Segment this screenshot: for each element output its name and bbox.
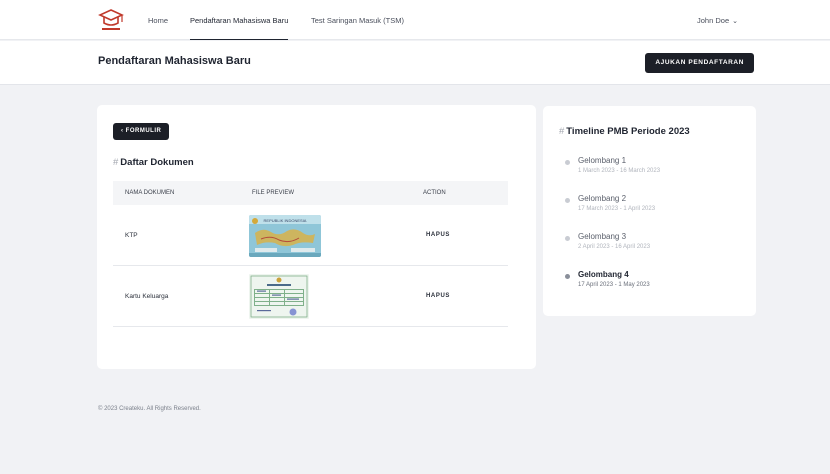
timeline-dot-icon — [565, 236, 570, 241]
timeline-item-date: 2 April 2023 - 16 April 2023 — [578, 244, 651, 250]
table-header: NAMA DOKUMEN FILE PREVIEW ACTION — [113, 181, 508, 205]
table-row: KTP REPUBLIK INDONESIA HAPUS — [113, 205, 508, 266]
timeline-item-date: 1 March 2023 - 16 March 2023 — [578, 168, 661, 174]
timeline-item-name: Gelombang 3 — [578, 232, 627, 241]
table-row: Kartu Keluarga HAPUS — [113, 266, 508, 327]
ktp-preview-title: REPUBLIK INDONESIA — [264, 218, 307, 223]
chevron-down-icon: ⌄ — [732, 18, 738, 25]
footer-copyright: © 2023 Createku. All Rights Reserved. — [98, 406, 201, 412]
delete-button[interactable]: HAPUS — [426, 266, 450, 327]
timeline-list: Gelombang 1 1 March 2023 - 16 March 2023… — [564, 156, 749, 308]
chevron-left-icon: ‹ — [121, 128, 124, 134]
nav-home[interactable]: Home — [148, 0, 168, 40]
back-to-form-button[interactable]: ‹ FORMULIR — [113, 123, 170, 140]
column-header-name: NAMA DOKUMEN — [125, 190, 175, 196]
document-card: ‹ FORMULIR # Daftar Dokumen NAMA DOKUMEN … — [97, 105, 536, 369]
document-table: NAMA DOKUMEN FILE PREVIEW ACTION KTP REP… — [113, 181, 508, 327]
document-list-title: # Daftar Dokumen — [113, 157, 194, 168]
timeline-dot-icon — [565, 160, 570, 165]
hash-icon: # — [113, 157, 119, 168]
top-navbar: Home Pendaftaran Mahasiswa Baru Test Sar… — [0, 0, 830, 40]
timeline-dot-icon — [565, 274, 570, 279]
document-list-title-text: Daftar Dokumen — [120, 157, 194, 168]
timeline-item-name: Gelombang 2 — [578, 194, 627, 203]
delete-button[interactable]: HAPUS — [426, 205, 450, 266]
column-header-action: ACTION — [423, 190, 446, 196]
logo-icon[interactable] — [98, 7, 124, 33]
user-name: John Doe — [697, 16, 730, 25]
timeline-title-text: Timeline PMB Periode 2023 — [566, 126, 690, 137]
ktp-preview-image[interactable]: REPUBLIK INDONESIA — [249, 215, 321, 257]
back-button-label: FORMULIR — [125, 128, 162, 134]
timeline-item: Gelombang 3 2 April 2023 - 16 April 2023 — [564, 232, 749, 270]
timeline-item-name: Gelombang 1 — [578, 156, 627, 165]
page-title: Pendaftaran Mahasiswa Baru — [98, 55, 251, 67]
column-header-preview: FILE PREVIEW — [252, 190, 295, 196]
timeline-item-date: 17 April 2023 - 1 May 2023 — [578, 282, 650, 288]
timeline-item: Gelombang 2 17 March 2023 - 1 April 2023 — [564, 194, 749, 232]
timeline-dot-icon — [565, 198, 570, 203]
nav-pendaftaran-mahasiswa-baru[interactable]: Pendaftaran Mahasiswa Baru — [190, 0, 289, 40]
kartu-keluarga-preview-image[interactable] — [249, 274, 309, 319]
timeline-item-name: Gelombang 4 — [578, 270, 629, 279]
document-name: KTP — [125, 232, 138, 239]
nav-test-saringan-masuk[interactable]: Test Saringan Masuk (TSM) — [311, 0, 404, 40]
submit-registration-button[interactable]: AJUKAN PENDAFTARAN — [645, 53, 754, 73]
timeline-card: # Timeline PMB Periode 2023 Gelombang 1 1… — [543, 106, 756, 316]
timeline-title: # Timeline PMB Periode 2023 — [559, 126, 690, 137]
timeline-item: Gelombang 1 1 March 2023 - 16 March 2023 — [564, 156, 749, 194]
hash-icon: # — [559, 126, 565, 137]
timeline-item-date: 17 March 2023 - 1 April 2023 — [578, 206, 656, 212]
page-header: Pendaftaran Mahasiswa Baru AJUKAN PENDAF… — [0, 41, 830, 85]
timeline-item-current: Gelombang 4 17 April 2023 - 1 May 2023 — [564, 270, 749, 308]
user-menu[interactable]: John Doe ⌄ — [697, 0, 738, 40]
document-name: Kartu Keluarga — [125, 293, 169, 300]
